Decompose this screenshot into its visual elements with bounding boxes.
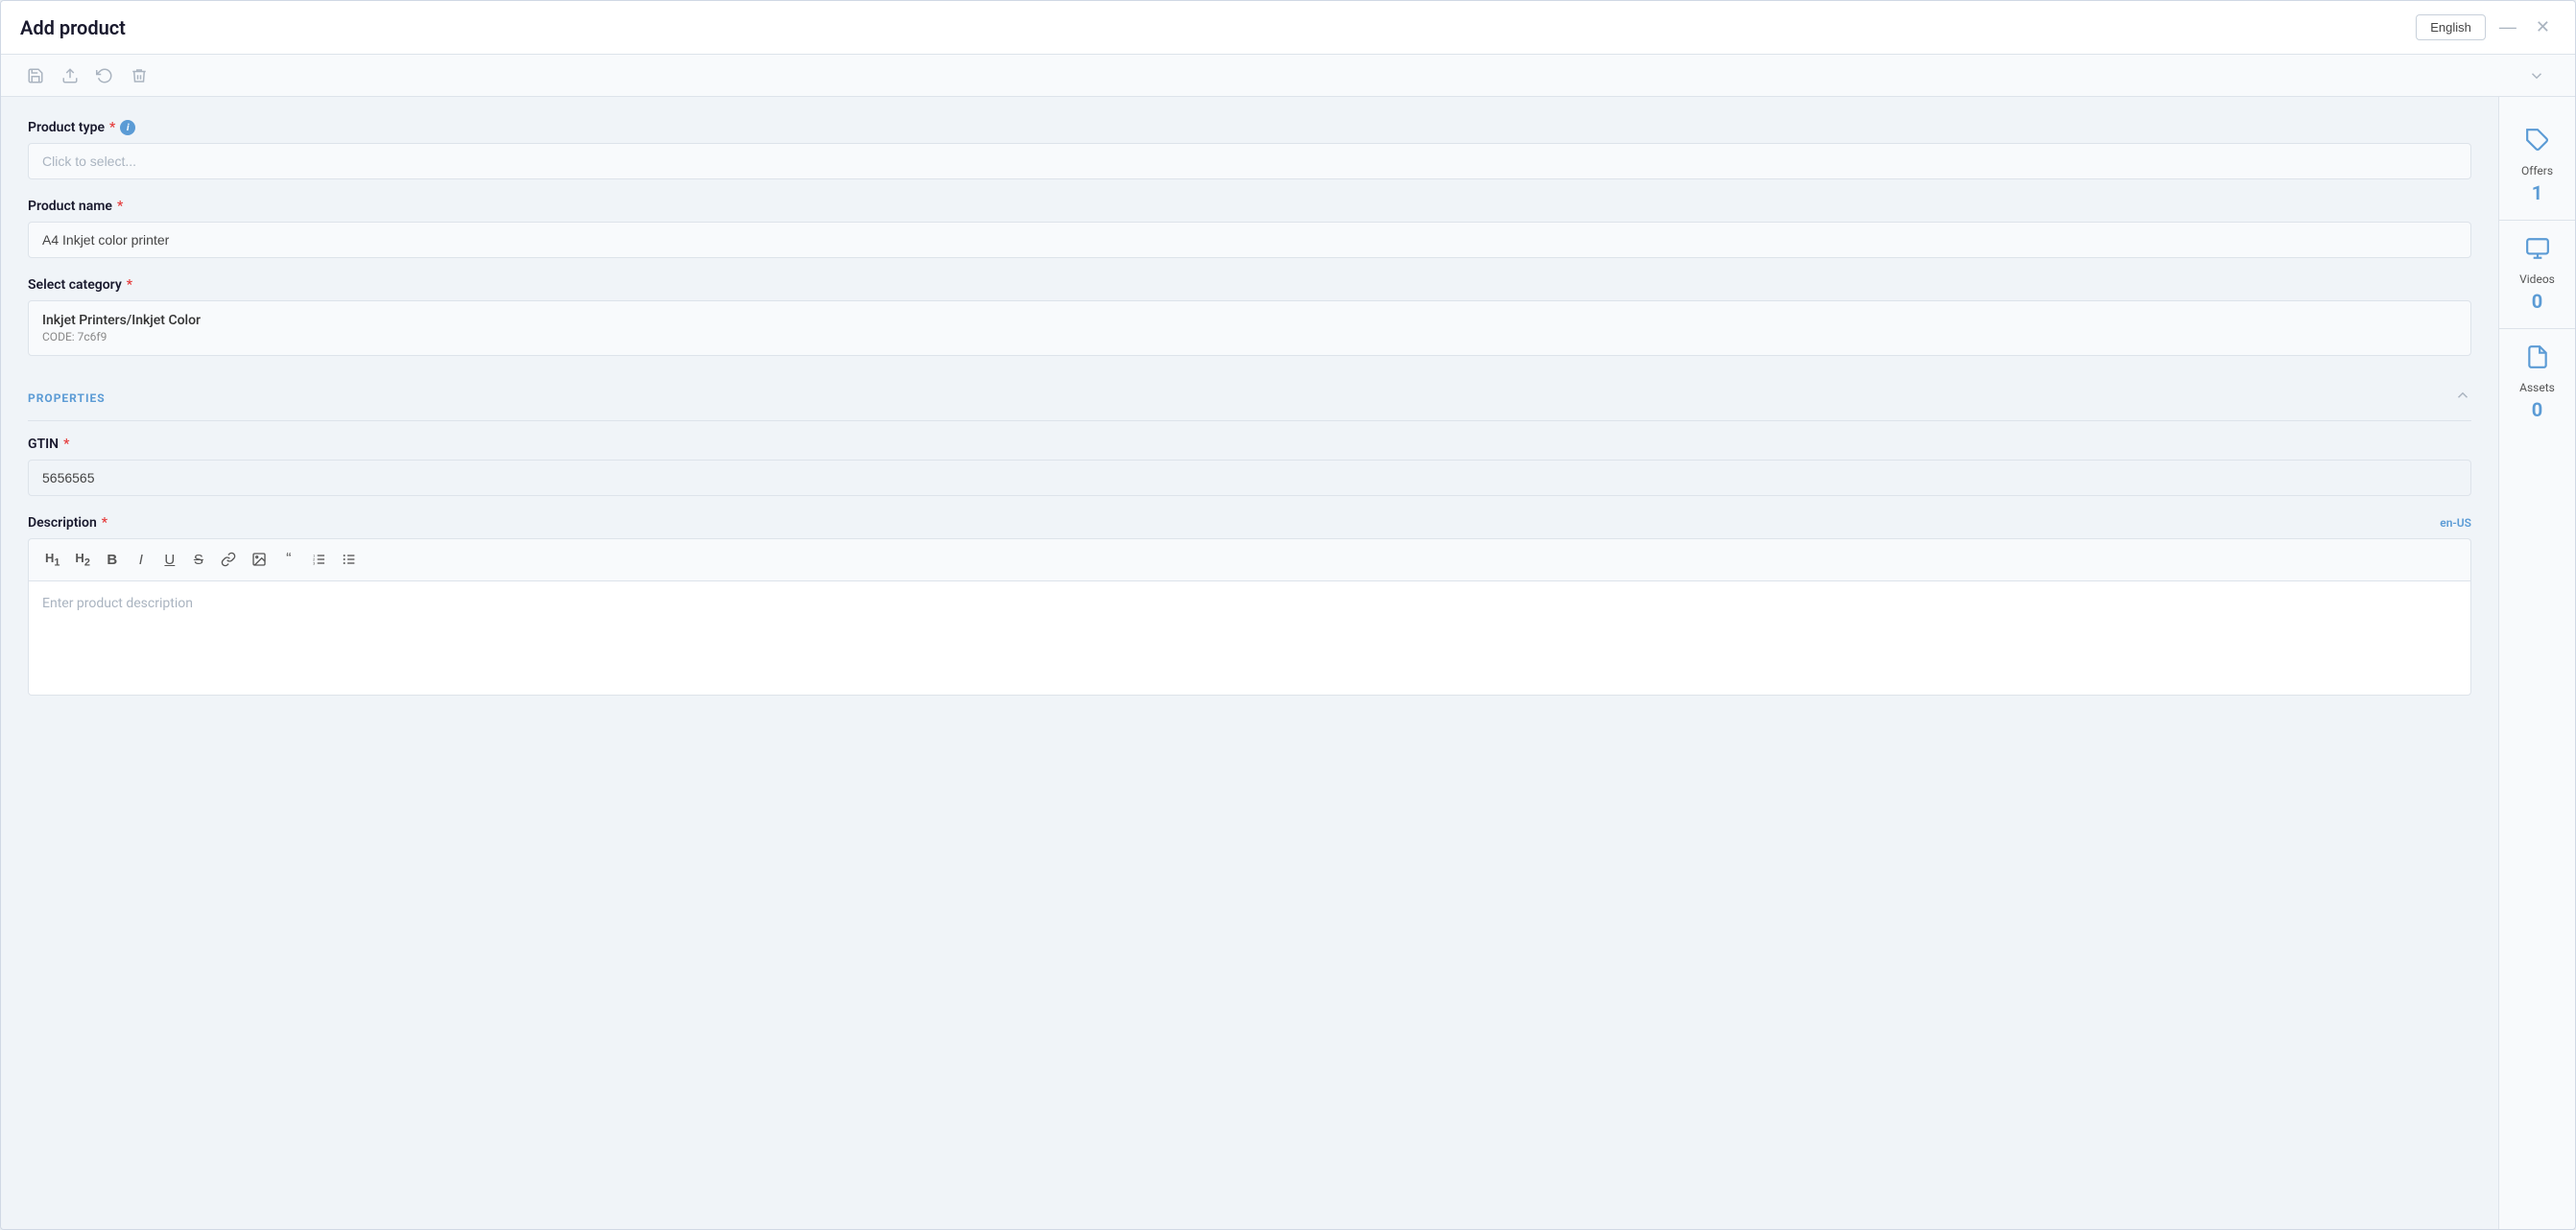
product-name-input[interactable]: [28, 222, 2471, 258]
right-sidebar: Offers 1 Videos 0: [2498, 97, 2575, 1229]
blockquote-button[interactable]: “: [275, 547, 302, 572]
properties-collapse-button[interactable]: [2454, 387, 2471, 409]
category-box[interactable]: Inkjet Printers/Inkjet Color CODE: 7c6f9: [28, 300, 2471, 356]
gtin-field: GTIN *: [28, 437, 2471, 496]
delete-button[interactable]: [124, 62, 155, 89]
page-title: Add product: [20, 16, 126, 39]
description-editor[interactable]: Enter product description: [28, 580, 2471, 696]
main-layout: Product type * i Product name * Select c…: [1, 97, 2575, 1229]
link-button[interactable]: [214, 548, 243, 571]
sidebar-item-videos[interactable]: Videos 0: [2499, 221, 2575, 329]
export-icon: [61, 67, 79, 84]
content-area: Product type * i Product name * Select c…: [1, 97, 2498, 1229]
assets-count: 0: [2532, 398, 2542, 421]
product-type-field: Product type * i: [28, 120, 2471, 179]
title-bar-actions: English — ✕: [2416, 13, 2556, 41]
select-category-field: Select category * Inkjet Printers/Inkjet…: [28, 277, 2471, 356]
offers-label: Offers: [2521, 164, 2553, 177]
videos-count: 0: [2532, 290, 2542, 313]
description-required: *: [102, 515, 107, 531]
category-code: CODE: 7c6f9: [42, 330, 2457, 343]
select-category-label: Select category *: [28, 277, 2471, 293]
unordered-list-button[interactable]: [335, 548, 364, 571]
close-button[interactable]: ✕: [2530, 13, 2556, 41]
toolbar: [1, 55, 2575, 97]
gtin-input[interactable]: [28, 460, 2471, 496]
product-type-label-text: Product type: [28, 120, 105, 135]
assets-label: Assets: [2519, 381, 2555, 394]
properties-header: PROPERTIES: [28, 375, 2471, 421]
description-label-text: Description: [28, 515, 97, 531]
language-button[interactable]: English: [2416, 14, 2486, 40]
strikethrough-button[interactable]: S: [185, 548, 212, 572]
bold-icon: B: [107, 552, 117, 568]
description-field: Description * en-US H1 H2: [28, 515, 2471, 696]
h1-icon: H1: [45, 551, 60, 569]
sidebar-item-assets[interactable]: Assets 0: [2499, 329, 2575, 437]
chevron-up-icon: [2454, 387, 2471, 404]
description-label-row: Description * en-US: [28, 515, 2471, 531]
unordered-list-icon: [342, 552, 357, 567]
strikethrough-icon: S: [194, 552, 203, 568]
product-name-field: Product name *: [28, 199, 2471, 258]
blockquote-icon: “: [286, 551, 291, 568]
h2-button[interactable]: H2: [68, 547, 96, 573]
undo-button[interactable]: [89, 62, 120, 89]
locale-tag: en-US: [2440, 516, 2471, 530]
product-name-label-text: Product name: [28, 199, 112, 214]
gtin-label-text: GTIN: [28, 437, 59, 452]
properties-section: PROPERTIES GTIN *: [28, 375, 2471, 696]
svg-text:3: 3: [313, 561, 316, 566]
product-type-label: Product type * i: [28, 120, 2471, 135]
title-bar: Add product English — ✕: [1, 1, 2575, 55]
link-icon: [221, 552, 236, 567]
save-button[interactable]: [20, 62, 51, 89]
underline-button[interactable]: U: [156, 548, 183, 572]
minimize-button[interactable]: —: [2493, 13, 2522, 41]
h2-icon: H2: [75, 551, 89, 569]
image-icon: [251, 552, 267, 567]
ordered-list-icon: 1 2 3: [311, 552, 326, 567]
description-placeholder: Enter product description: [42, 596, 193, 611]
category-name: Inkjet Printers/Inkjet Color: [42, 313, 2457, 328]
offers-icon: [2525, 128, 2550, 158]
h1-button[interactable]: H1: [38, 547, 66, 573]
export-button[interactable]: [55, 62, 85, 89]
videos-label: Videos: [2519, 272, 2555, 286]
italic-icon: I: [139, 552, 143, 568]
minimize-icon: —: [2499, 17, 2516, 37]
save-icon: [27, 67, 44, 84]
select-category-required: *: [127, 277, 132, 293]
ordered-list-button[interactable]: 1 2 3: [304, 548, 333, 571]
offers-count: 1: [2532, 181, 2542, 204]
main-window: Add product English — ✕: [0, 0, 2576, 1230]
properties-title: PROPERTIES: [28, 391, 106, 405]
editor-toolbar: H1 H2 B I U: [28, 538, 2471, 580]
product-type-required: *: [109, 120, 115, 135]
assets-icon: [2525, 344, 2550, 375]
chevron-down-icon: [2528, 67, 2545, 84]
select-category-label-text: Select category: [28, 277, 122, 293]
sidebar-item-offers[interactable]: Offers 1: [2499, 112, 2575, 221]
product-name-label: Product name *: [28, 199, 2471, 214]
videos-icon: [2525, 236, 2550, 267]
close-icon: ✕: [2536, 17, 2550, 37]
trash-icon: [131, 67, 148, 84]
description-label: Description *: [28, 515, 107, 531]
expand-button[interactable]: [2521, 62, 2552, 89]
product-type-info-icon[interactable]: i: [120, 120, 135, 135]
image-button[interactable]: [245, 548, 274, 571]
product-name-required: *: [117, 199, 123, 214]
gtin-required: *: [63, 437, 69, 452]
italic-button[interactable]: I: [128, 548, 155, 572]
product-type-input[interactable]: [28, 143, 2471, 179]
bold-button[interactable]: B: [99, 548, 126, 572]
gtin-label: GTIN *: [28, 437, 2471, 452]
underline-icon: U: [164, 552, 175, 568]
undo-icon: [96, 67, 113, 84]
